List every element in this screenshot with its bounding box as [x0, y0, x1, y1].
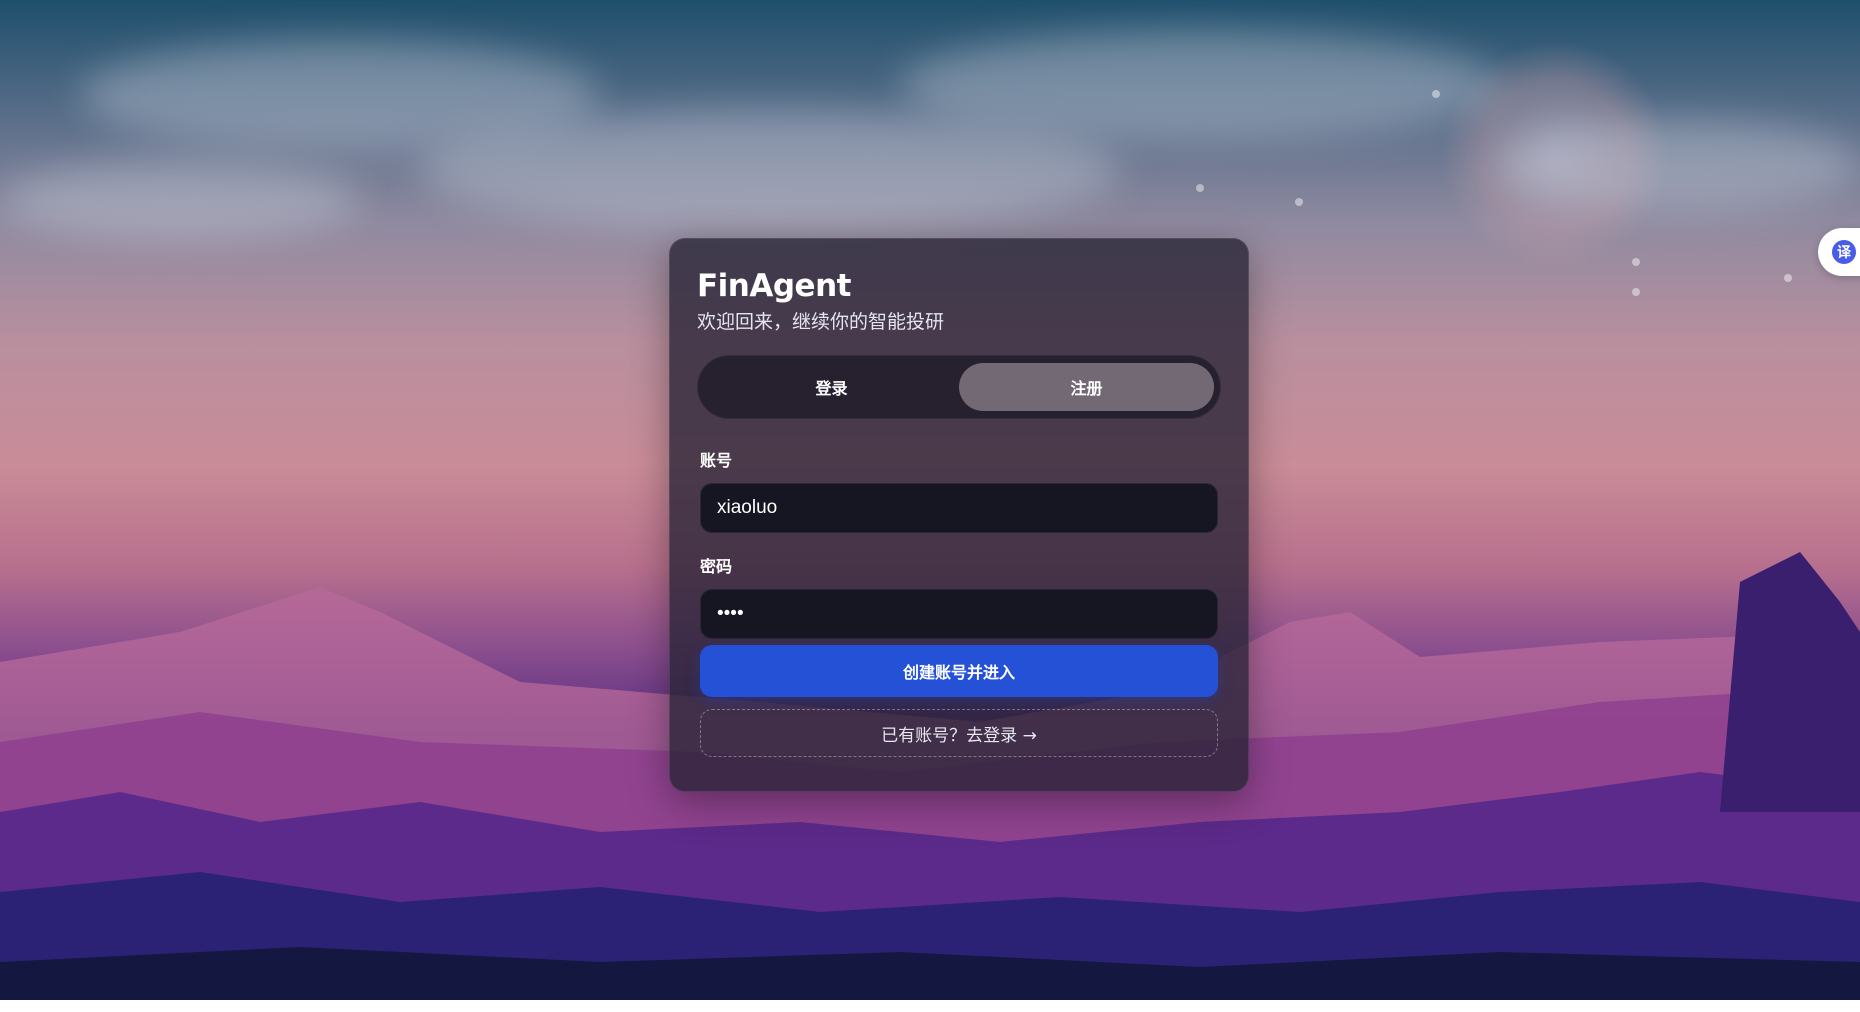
sparkle	[1632, 258, 1640, 266]
auth-tabs: 登录 注册	[697, 355, 1221, 419]
sparkle	[1432, 90, 1440, 98]
go-to-login-link[interactable]: 已有账号？去登录 →	[700, 709, 1218, 757]
account-label: 账号	[700, 451, 733, 470]
cloud	[1500, 120, 1860, 210]
translate-icon: 译	[1832, 240, 1856, 264]
sparkle	[1196, 184, 1204, 192]
app-subtitle: 欢迎回来，继续你的智能投研	[697, 311, 945, 333]
password-input[interactable]	[700, 589, 1218, 639]
tab-login[interactable]: 登录	[704, 363, 959, 411]
translate-button[interactable]: 译	[1818, 228, 1860, 276]
tab-register[interactable]: 注册	[959, 363, 1214, 411]
cloud	[900, 30, 1500, 140]
sparkle	[1295, 198, 1303, 206]
page-background: FinAgent 欢迎回来，继续你的智能投研 登录 注册 账号 密码 创建账号并…	[0, 0, 1860, 1012]
app-title: FinAgent	[697, 268, 851, 304]
sparkle	[1784, 274, 1792, 282]
cloud	[0, 160, 360, 240]
create-account-button[interactable]: 创建账号并进入	[700, 645, 1218, 697]
sparkle	[1632, 288, 1640, 296]
account-input[interactable]	[700, 483, 1218, 533]
bottom-strip	[0, 1000, 1860, 1012]
password-label: 密码	[700, 557, 733, 576]
auth-card: FinAgent 欢迎回来，继续你的智能投研 登录 注册 账号 密码 创建账号并…	[669, 238, 1249, 792]
